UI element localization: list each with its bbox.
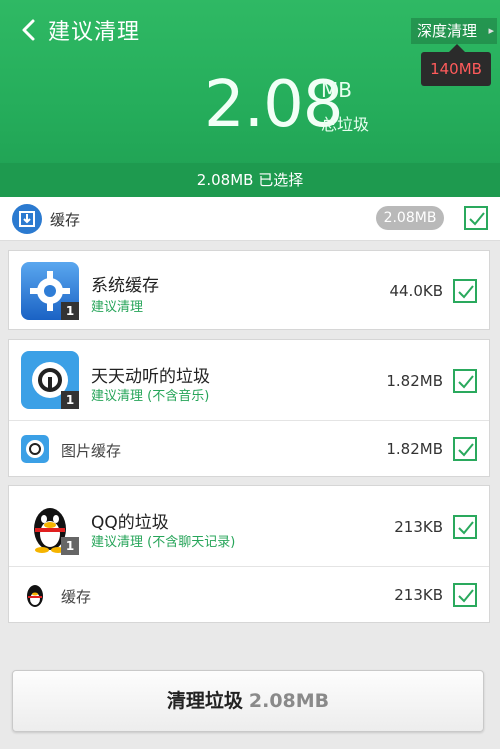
app-card-system-cache: 1 系统缓存 建议清理 44.0KB xyxy=(8,250,490,330)
selected-summary: 2.08MB 已选择 xyxy=(0,163,500,197)
cache-category-row[interactable]: 缓存 2.08MB xyxy=(0,197,500,241)
sub-item-checkbox[interactable] xyxy=(453,437,477,461)
header: 建议清理 深度清理 ▸ 140MB 2.08 MB 总垃圾 2.08MB 已选择 xyxy=(0,0,500,197)
divider xyxy=(9,420,489,421)
back-arrow-icon[interactable] xyxy=(18,18,40,42)
download-box-icon xyxy=(12,204,42,234)
app-name: 天天动听的垃圾 xyxy=(91,367,210,387)
sub-item-label: 缓存 xyxy=(61,588,92,606)
app-checkbox[interactable] xyxy=(453,369,477,393)
app-checkbox[interactable] xyxy=(453,279,477,303)
cache-category-label: 缓存 xyxy=(50,211,81,229)
music-player-icon: 1 xyxy=(21,351,79,409)
gear-icon: 1 xyxy=(21,262,79,320)
app-junk-size: 44.0KB xyxy=(389,282,443,300)
app-subtitle: 建议清理 (不含聊天记录) xyxy=(91,535,236,550)
clean-junk-label: 清理垃圾 xyxy=(166,690,243,712)
app-junk-size: 213KB xyxy=(394,518,443,536)
deep-clean-label: 深度清理 xyxy=(417,22,478,40)
sub-item-checkbox[interactable] xyxy=(453,583,477,607)
sub-item-size: 1.82MB xyxy=(386,440,443,458)
clean-junk-button[interactable]: 清理垃圾 2.08MB xyxy=(12,670,484,732)
chevron-right-icon: ▸ xyxy=(488,24,494,37)
music-player-small-icon xyxy=(21,435,49,463)
app-count-badge: 1 xyxy=(61,537,79,555)
app-checkbox[interactable] xyxy=(453,515,477,539)
app-subtitle: 建议清理 (不含音乐) xyxy=(91,389,210,404)
footer: 清理垃圾 2.08MB xyxy=(0,660,500,749)
deep-clean-button[interactable]: 深度清理 ▸ xyxy=(411,18,497,44)
app-subtitle: 建议清理 xyxy=(91,300,144,315)
cache-category-checkbox[interactable] xyxy=(464,206,488,230)
sub-item-label: 图片缓存 xyxy=(61,442,122,460)
clean-junk-amount: 2.08MB xyxy=(248,690,330,712)
sub-item-size: 213KB xyxy=(394,586,443,604)
app-name: QQ的垃圾 xyxy=(91,513,169,533)
app-junk-size: 1.82MB xyxy=(386,372,443,390)
page-title: 建议清理 xyxy=(48,20,141,45)
qq-penguin-icon: 1 xyxy=(21,497,79,555)
total-junk-label: 总垃圾 xyxy=(321,115,370,134)
app-name: 系统缓存 xyxy=(91,276,159,296)
qq-penguin-small-icon xyxy=(21,581,49,609)
app-card-ttpod: 1 天天动听的垃圾 建议清理 (不含音乐) 1.82MB 图片缓存 1.82MB xyxy=(8,339,490,477)
cache-size-badge: 2.08MB xyxy=(376,206,444,230)
total-junk-unit: MB xyxy=(321,78,352,102)
divider xyxy=(9,566,489,567)
app-count-badge: 1 xyxy=(61,302,79,320)
deep-clean-size-tooltip: 140MB xyxy=(421,44,491,86)
app-count-badge: 1 xyxy=(61,391,79,409)
app-card-qq: 1 QQ的垃圾 建议清理 (不含聊天记录) 213KB 缓存 213KB xyxy=(8,485,490,623)
